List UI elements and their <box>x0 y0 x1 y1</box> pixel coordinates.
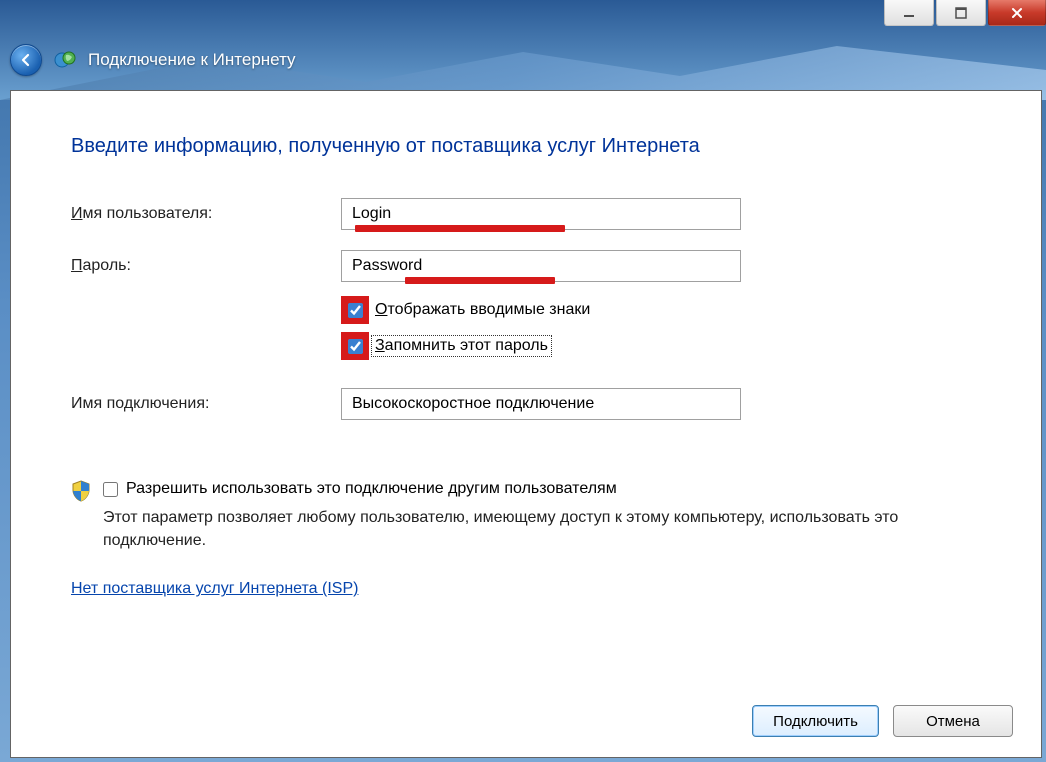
username-label: Имя пользователя: <box>71 205 341 223</box>
globe-icon <box>54 49 76 71</box>
remember-password-checkbox[interactable] <box>348 339 363 354</box>
remember-password-label: Запомнить этот пароль <box>373 337 550 355</box>
password-row: Пароль: <box>71 250 981 282</box>
allow-others-content: Разрешить использовать это подключение д… <box>103 480 981 552</box>
cancel-button[interactable]: Отмена <box>893 705 1013 737</box>
wizard-panel: Введите информацию, полученную от постав… <box>10 90 1042 758</box>
shield-icon <box>71 480 91 502</box>
annotation-underline <box>355 225 565 232</box>
annotation-highlight <box>341 332 369 360</box>
connection-name-input[interactable] <box>341 388 741 420</box>
password-label: Пароль: <box>71 257 341 275</box>
annotation-underline <box>405 277 555 284</box>
button-row: Подключить Отмена <box>752 705 1013 737</box>
connection-name-row: Имя подключения: <box>71 388 981 420</box>
remember-password-row: Запомнить этот пароль <box>341 332 981 360</box>
page-heading: Введите информацию, полученную от постав… <box>71 135 981 158</box>
show-characters-row: Отображать вводимые знаки <box>341 296 981 324</box>
allow-others-row: Разрешить использовать это подключение д… <box>71 480 981 552</box>
allow-others-description: Этот параметр позволяет любому пользоват… <box>103 506 981 552</box>
wizard-header: Подключение к Интернету <box>10 40 296 80</box>
password-options: Отображать вводимые знаки Запомнить этот… <box>341 296 981 360</box>
close-button[interactable] <box>988 0 1046 26</box>
show-characters-checkbox[interactable] <box>348 303 363 318</box>
connection-name-label: Имя подключения: <box>71 395 341 413</box>
window-title: Подключение к Интернету <box>88 50 296 70</box>
allow-others-checkbox[interactable] <box>103 482 118 497</box>
maximize-button[interactable] <box>936 0 986 26</box>
back-button[interactable] <box>10 44 42 76</box>
username-row: Имя пользователя: <box>71 198 981 230</box>
window-chrome <box>884 0 1046 26</box>
connect-button[interactable]: Подключить <box>752 705 879 737</box>
annotation-highlight <box>341 296 369 324</box>
minimize-button[interactable] <box>884 0 934 26</box>
no-isp-link[interactable]: Нет поставщика услуг Интернета (ISP) <box>71 580 358 598</box>
allow-others-label: Разрешить использовать это подключение д… <box>126 480 617 498</box>
show-characters-label: Отображать вводимые знаки <box>373 301 592 319</box>
